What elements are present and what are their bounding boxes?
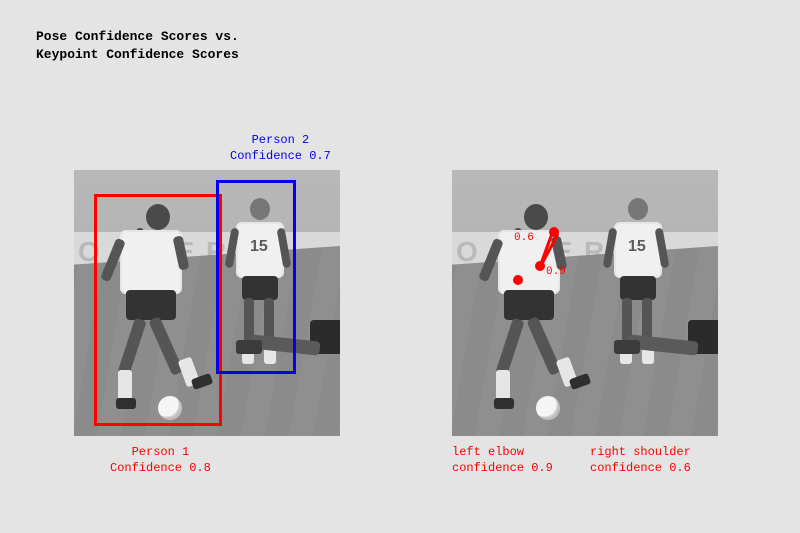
kp-elbow [513,275,523,285]
kp-shoulder [549,227,559,237]
opponent-leg-2 [618,320,718,420]
bbox-person-1 [94,194,222,426]
right-panel: O C C E R 15 0.6 [452,170,718,436]
page-title: Pose Confidence Scores vs. Keypoint Conf… [36,28,239,64]
bbox-person-2 [216,180,296,374]
jersey-number-2: 15 [628,238,646,256]
kp-mid [535,261,545,271]
left-panel: O C C E R 15 [74,170,340,436]
label-person-2: Person 2 Confidence 0.7 [230,132,331,164]
soccer-ball-2 [536,396,560,420]
kp-val-elbow: 0.9 [546,266,566,278]
label-person-1: Person 1 Confidence 0.8 [110,444,211,476]
kp-val-shoulder: 0.6 [514,232,534,244]
label-right-shoulder: right shoulder confidence 0.6 [590,444,691,476]
player-1b [452,170,612,436]
label-left-elbow: left elbow confidence 0.9 [452,444,553,476]
